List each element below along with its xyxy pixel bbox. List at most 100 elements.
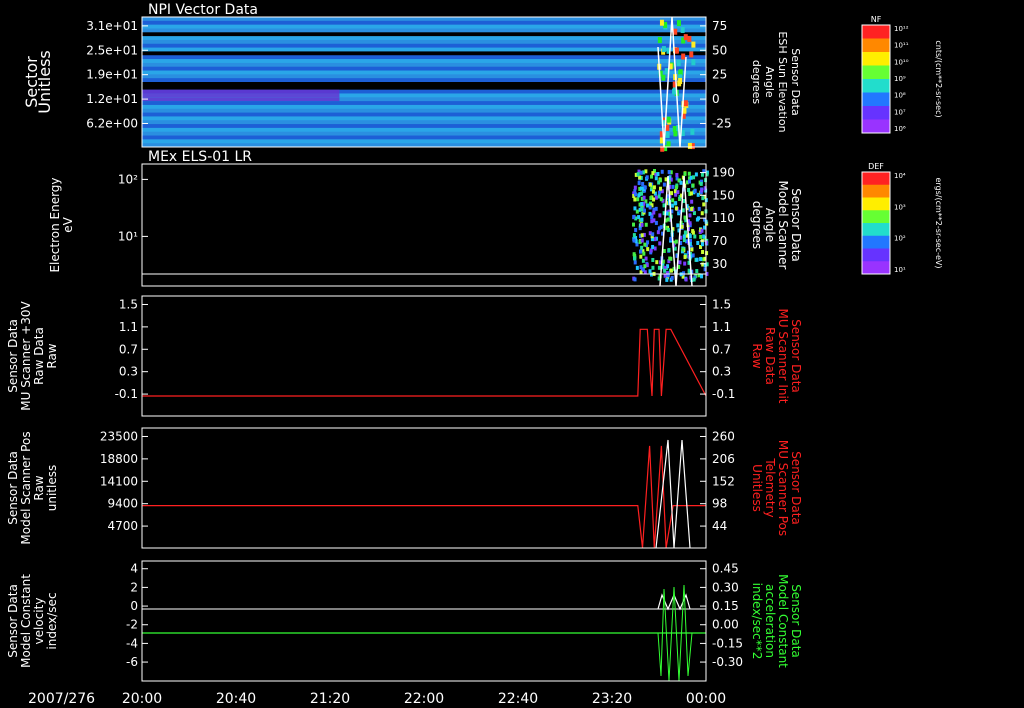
panel-els: MEx ELS-01 LR 10² 10¹ 190 150 110 70 30 Electron… <box>48 149 803 287</box>
spectrogram-pixel <box>692 277 696 282</box>
left-tick-label: 1.2e+01 <box>86 92 138 106</box>
panel-npi: NPI Vector Data 3.1e+01 2.5e+01 1.9e+01 1.2e… <box>22 2 802 152</box>
spectrogram-pixel <box>666 116 671 123</box>
colorbar-tick-label: 10² <box>894 235 906 243</box>
left-tick-label: -0.1 <box>115 387 138 401</box>
left-axis-label: Model Constant <box>19 574 33 668</box>
time-tick-label: 23:20 <box>592 691 632 707</box>
spectrogram-pixel <box>643 185 647 190</box>
panel-frame <box>141 295 707 417</box>
spectrogram-pixel <box>665 277 669 282</box>
left-tick-label: 2.5e+01 <box>86 43 138 57</box>
left-tick-label: 6.2e+00 <box>86 116 138 130</box>
left-tick-label: 0.3 <box>119 365 138 379</box>
left-tick-label: -2 <box>126 618 138 632</box>
time-tick-label: 20:00 <box>122 691 162 707</box>
left-tick-label: 1.1 <box>119 320 138 334</box>
colorbar-segment <box>862 223 890 237</box>
spectrogram-pixel <box>667 248 671 253</box>
spectrogram-band <box>142 124 706 129</box>
colorbar-segment <box>862 184 890 198</box>
spectrogram-band <box>142 116 706 121</box>
right-axis-label: Raw <box>750 343 764 368</box>
spectrogram-pixel <box>641 181 645 186</box>
spectrogram-pixel <box>632 233 636 238</box>
spectrogram-pixel <box>646 203 650 208</box>
spectrogram-pixel <box>656 230 660 235</box>
spectrogram-band <box>142 62 706 68</box>
spectrogram-band <box>142 51 706 56</box>
spectrogram-pixel <box>676 20 681 27</box>
spectrogram-pixel <box>682 238 686 243</box>
colorbar-tick-label: 10¹⁰ <box>894 58 909 66</box>
left-tick-label: 4700 <box>107 519 138 533</box>
spectrogram-pixel <box>683 230 687 235</box>
colorbar-segment <box>862 79 890 93</box>
spectrogram-pixel <box>688 213 692 218</box>
right-axis-label: Sensor Data <box>789 584 803 658</box>
colorbar-nf: NF 10¹² 10¹¹ 10¹⁰ 10⁹ 10⁸ 10⁷ 10⁶ cnts/(cm**2-sr… <box>861 15 943 134</box>
right-tick-label: 98 <box>712 497 727 511</box>
spectrogram-band <box>142 55 706 60</box>
spectrogram-band <box>142 101 706 106</box>
right-tick-label: 206 <box>712 452 735 466</box>
right-tick-label: 0.00 <box>712 618 739 632</box>
left-axis-label: Electron Energy <box>48 177 62 272</box>
spectrogram-band <box>142 47 706 52</box>
spectrogram-pixel <box>646 240 650 245</box>
right-tick-label: 75 <box>712 19 727 33</box>
spectrogram-pixel <box>681 247 685 252</box>
spectrogram-band <box>142 43 706 49</box>
spectrogram-pixel <box>694 172 698 177</box>
right-axis-label: Angle <box>763 66 776 98</box>
spectrogram-band <box>142 135 706 140</box>
spectrogram-pixel <box>663 268 667 273</box>
spectrogram-pixel <box>649 248 653 253</box>
series-line <box>142 328 707 397</box>
right-axis-label: Sensor Data <box>789 319 803 393</box>
right-axis-label: Raw Data <box>763 327 777 385</box>
spectrogram-pixel <box>652 197 656 202</box>
panel-title: MEx ELS-01 LR <box>148 149 252 165</box>
right-tick-label: 70 <box>712 234 727 248</box>
spectrogram-pixel <box>651 189 655 194</box>
spectrogram-pixel <box>693 188 697 193</box>
spectrogram-pixel <box>702 202 706 207</box>
panel-title: NPI Vector Data <box>148 2 258 18</box>
spectrogram-band <box>142 112 706 117</box>
spectrogram-band <box>142 108 706 114</box>
spectrogram-pixel <box>637 215 641 220</box>
spectrogram-band <box>142 89 340 94</box>
spectrogram-band <box>142 139 706 144</box>
spectrogram-pixel <box>683 171 687 176</box>
spectrogram-pixel <box>699 181 703 186</box>
spectrogram-pixel <box>700 172 704 177</box>
spectrogram-pixel <box>690 199 694 204</box>
time-tick-label: 21:20 <box>310 691 350 707</box>
right-axis-label: MU Scanner Init <box>776 308 790 403</box>
spectrogram-band <box>142 36 706 41</box>
spectrogram-pixel <box>657 190 661 195</box>
right-tick-label: 0.45 <box>712 562 739 576</box>
spectrogram-pixel <box>687 187 691 192</box>
spectrogram-band <box>142 70 706 75</box>
panel-frame <box>141 560 707 682</box>
right-axis-label: degrees <box>750 60 763 105</box>
spectrogram-pixel <box>700 274 704 279</box>
colorbar-segment <box>862 197 890 211</box>
left-tick-label: 10² <box>118 172 138 186</box>
left-axis-label: MU Scanner +30V <box>19 301 33 411</box>
spectrogram-pixel <box>643 264 647 269</box>
colorbar-segment <box>862 248 890 262</box>
spectrogram-pixel <box>633 185 637 190</box>
right-axis-label: Model Constant <box>776 574 790 668</box>
spectrogram-pixel <box>671 184 675 189</box>
spectrogram-pixel <box>693 234 697 239</box>
series-line <box>142 445 706 549</box>
colorbar-segment <box>862 65 890 80</box>
right-axis-label: Unitless <box>750 464 764 512</box>
spectrogram-pixel <box>690 128 695 135</box>
left-tick-label: 9400 <box>107 497 138 511</box>
spectrogram-pixel <box>654 195 658 200</box>
spectrogram-pixel <box>640 217 644 222</box>
